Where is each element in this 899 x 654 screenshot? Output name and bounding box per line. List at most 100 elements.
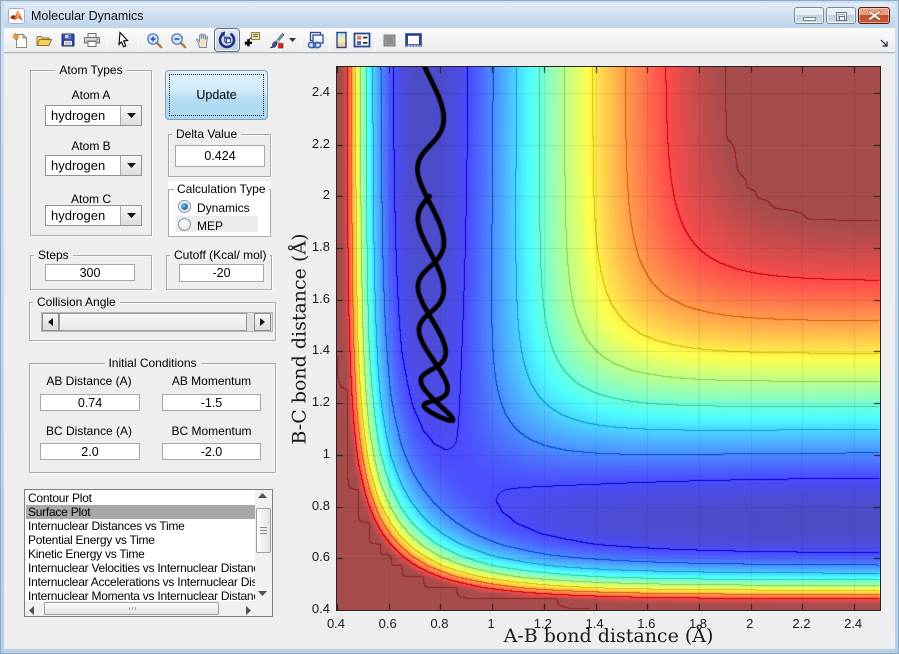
- show-plot-tools-dock-button[interactable]: [401, 29, 425, 51]
- link-plot-button[interactable]: [304, 29, 328, 51]
- cutoff-title: Cutoff (Kcal/ mol): [170, 248, 271, 262]
- zoom-in-icon: [146, 32, 162, 48]
- vscroll-thumb[interactable]: [256, 508, 271, 553]
- insert-colorbar-button[interactable]: [331, 29, 350, 51]
- atom-c-label: Atom C: [70, 192, 111, 206]
- toolbar-separator: [300, 30, 301, 50]
- data-cursor-icon: [244, 32, 260, 47]
- window-title: Molecular Dynamics: [31, 8, 144, 23]
- bc-momentum-label: BC Momentum: [171, 424, 252, 438]
- combo-arrow-icon[interactable]: [120, 106, 141, 125]
- new-figure-button[interactable]: [8, 29, 32, 51]
- atom-c-value: hydrogen: [51, 208, 106, 223]
- listbox-vscrollbar[interactable]: [255, 490, 272, 601]
- zoom-out-button[interactable]: [166, 29, 190, 51]
- scroll-down-icon[interactable]: [258, 591, 267, 596]
- collision-angle-title: Collision Angle: [33, 295, 120, 309]
- open-file-button[interactable]: [32, 29, 56, 51]
- atom-b-value: hydrogen: [51, 158, 106, 173]
- ab-distance-field[interactable]: 0.74: [40, 394, 140, 411]
- restore-button[interactable]: [826, 7, 856, 24]
- delta-value-field[interactable]: 0.424: [175, 145, 265, 167]
- atom-a-label: Atom A: [71, 88, 111, 102]
- minimize-button[interactable]: [794, 7, 824, 24]
- brush-icon: [269, 32, 285, 48]
- listbox-item[interactable]: Kinetic Energy vs Time: [26, 547, 255, 561]
- atom-b-label: Atom B: [71, 139, 111, 153]
- toolbar-separator: [329, 30, 330, 50]
- close-button[interactable]: [858, 7, 890, 24]
- edit-plot-button[interactable]: [111, 29, 135, 51]
- listbox-item[interactable]: Contour Plot: [26, 491, 255, 505]
- bc-distance-label: BC Distance (A): [45, 424, 133, 438]
- listbox-item[interactable]: Internuclear Distances vs Time: [26, 519, 255, 533]
- figure-toolbar: [4, 28, 895, 53]
- dock-figure-icon: [404, 33, 422, 47]
- insert-legend-button[interactable]: [350, 29, 374, 51]
- close-icon: [859, 8, 889, 23]
- zoom-in-button[interactable]: [142, 29, 166, 51]
- combo-arrow-icon[interactable]: [120, 206, 141, 225]
- titlebar[interactable]: Molecular Dynamics: [4, 3, 895, 28]
- steps-title: Steps: [34, 248, 73, 262]
- toolbar-overflow-icon[interactable]: [880, 35, 889, 53]
- listbox-hscrollbar[interactable]: [25, 601, 255, 616]
- minimize-icon: [803, 17, 816, 21]
- listbox-item[interactable]: Surface Plot: [26, 505, 255, 519]
- slider-right-button[interactable]: [254, 313, 271, 331]
- collision-angle-slider[interactable]: [41, 312, 273, 332]
- brush-data-button[interactable]: [264, 29, 288, 51]
- plot-type-listbox[interactable]: Contour Plot Surface Plot Internuclear Dis…: [24, 489, 273, 617]
- save-figure-button[interactable]: [56, 29, 80, 51]
- listbox-item[interactable]: Internuclear Velocities vs Internuclear …: [26, 561, 255, 575]
- atom-a-value: hydrogen: [51, 108, 106, 123]
- brush-dropdown-arrow[interactable]: [288, 29, 297, 51]
- restore-icon: [836, 11, 847, 21]
- pan-button[interactable]: [190, 29, 214, 51]
- pes-contour-canvas[interactable]: [336, 66, 881, 611]
- matlab-logo-icon: [8, 7, 25, 24]
- hscroll-thumb[interactable]: [44, 602, 219, 615]
- pointer-icon: [118, 31, 129, 48]
- open-folder-icon: [36, 35, 53, 46]
- atom-c-combobox[interactable]: hydrogen: [45, 205, 142, 226]
- scroll-right-icon[interactable]: [246, 606, 251, 615]
- update-button[interactable]: Update: [165, 70, 268, 120]
- print-figure-button[interactable]: [80, 29, 104, 51]
- bc-distance-field[interactable]: 2.0: [40, 443, 140, 460]
- save-icon: [61, 33, 75, 47]
- bc-momentum-field[interactable]: -2.0: [162, 443, 261, 460]
- scrollbar-corner: [255, 601, 272, 616]
- y-axis-label: B-C bond distance (Å): [288, 233, 311, 445]
- cutoff-field[interactable]: -20: [179, 264, 264, 282]
- steps-field[interactable]: 300: [45, 264, 135, 281]
- combo-arrow-icon[interactable]: [120, 156, 141, 175]
- slider-left-button[interactable]: [42, 313, 59, 331]
- listbox-item[interactable]: Potential Energy vs Time: [26, 533, 255, 547]
- atom-types-title: Atom Types: [55, 63, 127, 77]
- scroll-left-icon[interactable]: [29, 606, 34, 615]
- zoom-out-icon: [170, 32, 186, 48]
- hide-plot-tools-button[interactable]: [377, 29, 401, 51]
- ab-momentum-field[interactable]: -1.5: [162, 394, 261, 411]
- scroll-up-icon[interactable]: [258, 493, 267, 498]
- data-cursor-button[interactable]: [240, 29, 264, 51]
- legend-icon: [353, 32, 371, 48]
- figure-background: Atom Types Atom A hydrogen Atom B hydrog…: [4, 54, 895, 649]
- link-plot-icon: [307, 31, 324, 49]
- slider-thumb[interactable]: [59, 313, 247, 331]
- listbox-item[interactable]: Internuclear Accelerations vs Internucle…: [26, 575, 255, 589]
- delta-value-title: Delta Value: [172, 127, 242, 141]
- rotate-3d-icon: [218, 31, 236, 49]
- atom-b-combobox[interactable]: hydrogen: [45, 155, 142, 176]
- dynamics-radio-label: Dynamics: [197, 201, 250, 215]
- initial-conditions-title: Initial Conditions: [104, 356, 201, 370]
- atom-a-combobox[interactable]: hydrogen: [45, 105, 142, 126]
- mep-radio[interactable]: [178, 218, 191, 231]
- dynamics-radio[interactable]: [178, 200, 191, 213]
- window: Molecular Dynamics Atom Types Atom A hyd…: [0, 0, 899, 654]
- hide-plot-tools-icon: [383, 34, 395, 46]
- print-icon: [83, 33, 101, 47]
- ab-distance-label: AB Distance (A): [46, 374, 132, 388]
- rotate-3d-button[interactable]: [214, 28, 240, 52]
